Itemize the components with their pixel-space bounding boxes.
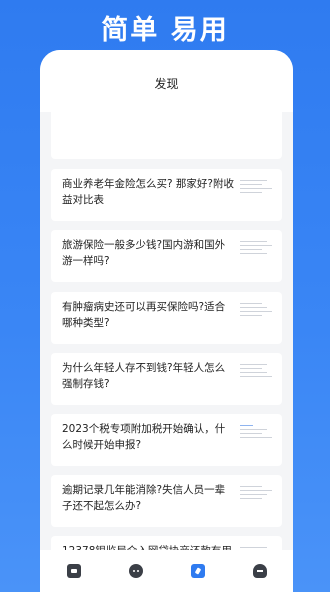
article-card[interactable]: 有肿瘤病史还可以再买保险吗?适合哪种类型? xyxy=(51,292,282,344)
page-header: 发现 xyxy=(40,50,293,112)
article-title: 2023个税专项附加税开始确认，什么时候开始申报? xyxy=(62,423,226,451)
article-card[interactable]: 商业养老年金险怎么买? 那家好?附收益对比表 xyxy=(51,169,282,221)
article-card[interactable]: 逾期记录几年能消除?失信人员一辈子还不起怎么办? xyxy=(51,475,282,527)
article-title: 逾期记录几年能消除?失信人员一辈子还不起怎么办? xyxy=(62,484,226,512)
bottom-tab-bar xyxy=(40,550,293,592)
article-card[interactable]: 2023个税专项附加税开始确认，什么时候开始申报? xyxy=(51,414,282,466)
article-title: 旅游保险一般多少钱?国内游和国外游一样吗? xyxy=(62,239,226,267)
article-thumbnail xyxy=(240,180,272,202)
chat-icon[interactable] xyxy=(129,564,143,578)
article-thumbnail xyxy=(240,425,272,447)
article-thumbnail xyxy=(240,241,272,263)
home-icon[interactable] xyxy=(67,564,81,578)
article-thumbnail xyxy=(240,303,272,325)
discover-icon[interactable] xyxy=(191,564,205,578)
article-title: 有肿瘤病史还可以再买保险吗?适合哪种类型? xyxy=(62,301,226,329)
profile-icon[interactable] xyxy=(253,564,267,578)
promo-headline: 简单 易用 xyxy=(101,15,229,46)
article-card[interactable]: 旅游保险一般多少钱?国内游和国外游一样吗? xyxy=(51,230,282,282)
article-title: 为什么年轻人存不到钱?年轻人怎么强制存钱? xyxy=(62,362,226,390)
page-title: 发现 xyxy=(154,77,179,91)
phone-screen: 发现 商业养老年金险怎么买? 那家好?附收益对比表 旅游保险一般多少钱?国内游和… xyxy=(40,50,293,592)
list-item-partial[interactable] xyxy=(51,112,282,159)
article-card[interactable]: 为什么年轻人存不到钱?年轻人怎么强制存钱? xyxy=(51,353,282,405)
article-thumbnail xyxy=(240,486,272,508)
article-title: 商业养老年金险怎么买? 那家好?附收益对比表 xyxy=(62,178,234,206)
article-thumbnail xyxy=(240,364,272,386)
